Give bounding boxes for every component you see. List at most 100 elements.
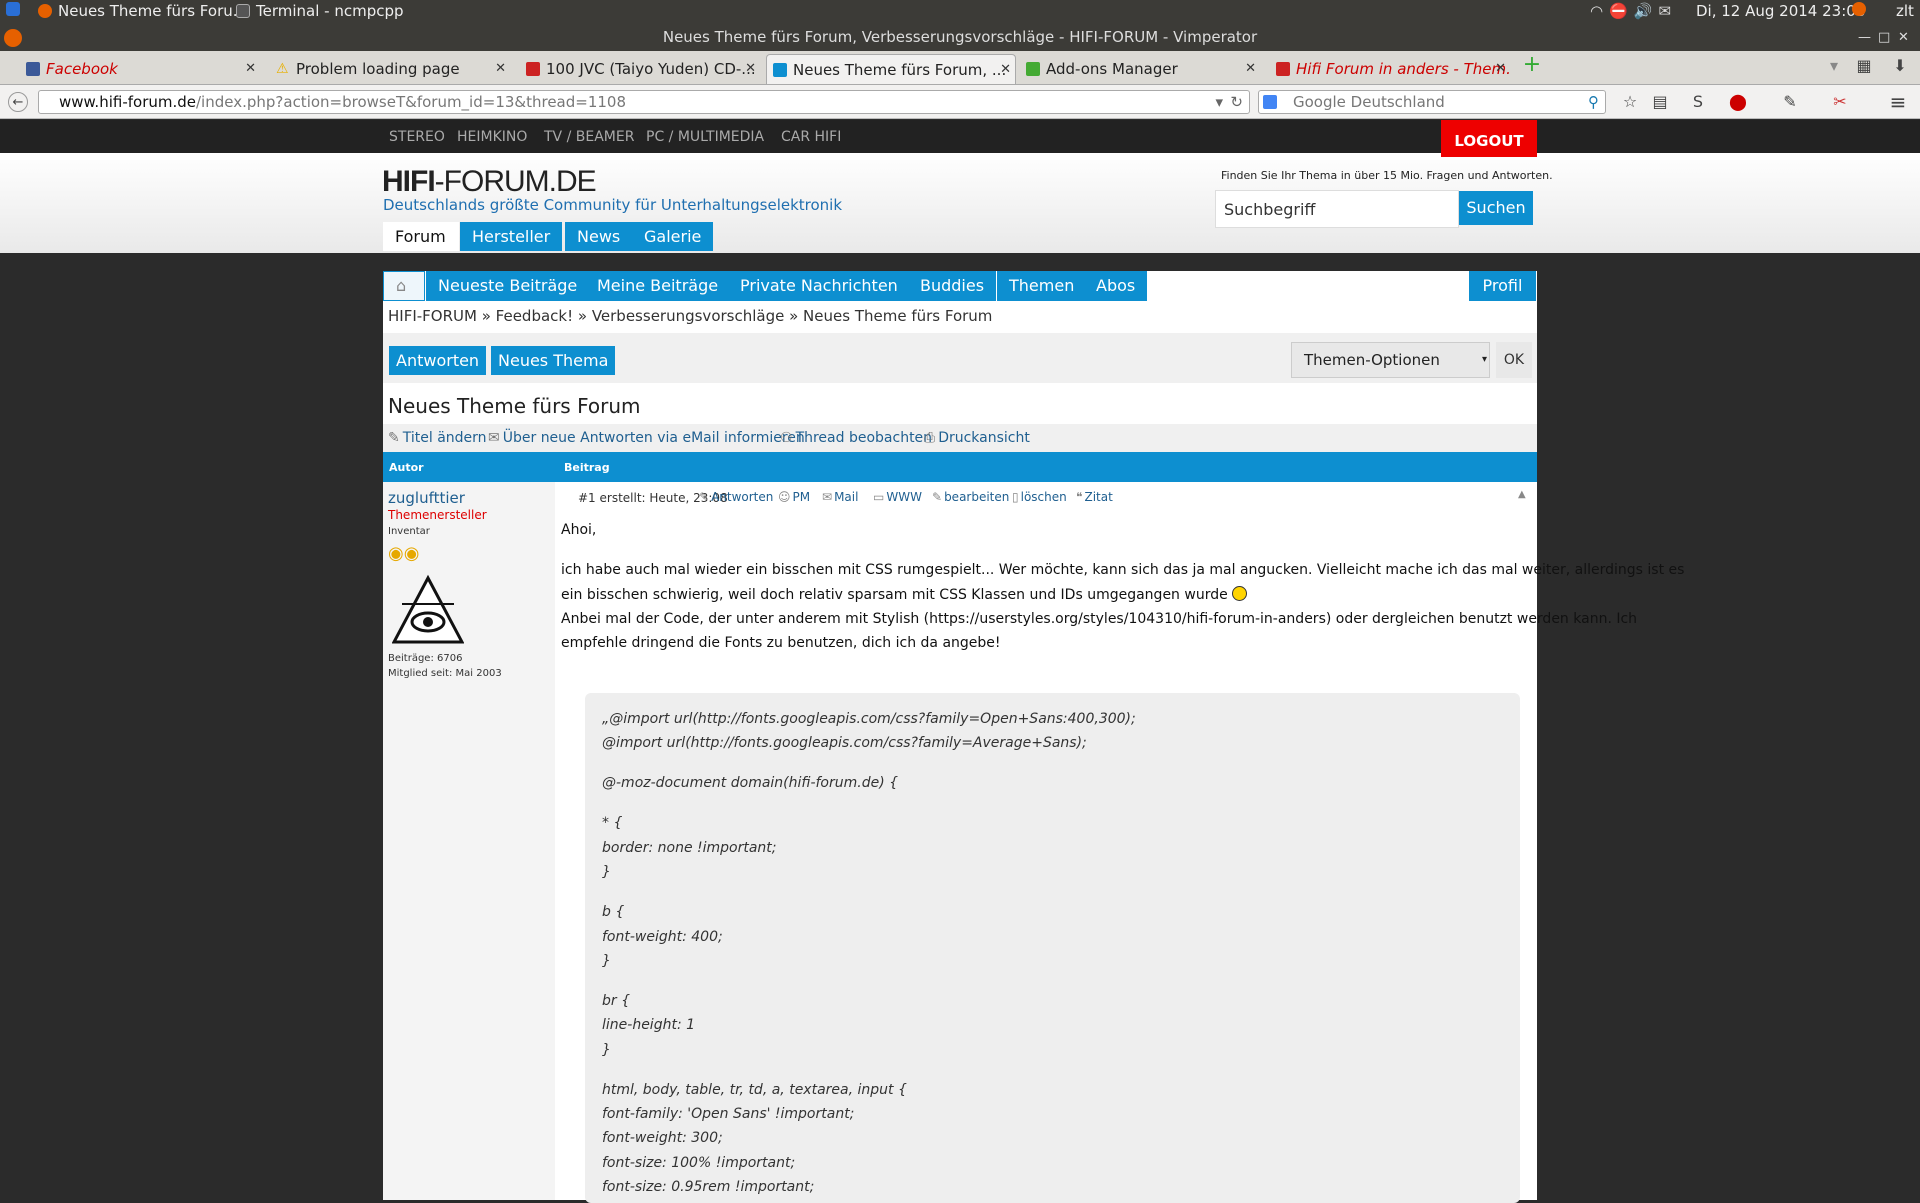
cat-heimkino[interactable]: HEIMKINO (457, 129, 527, 145)
app-menu-icon[interactable] (6, 2, 20, 16)
tab-bar: Facebook ✕ ⚠ Problem loading page ✕ 100 JVC… (0, 51, 1920, 85)
nav-private-messages[interactable]: Private Nachrichten (728, 271, 911, 301)
close-tab-icon[interactable]: ✕ (245, 54, 256, 84)
cat-pc-multimedia[interactable]: PC / MULTIMEDIA (646, 129, 764, 145)
author-member-since: Mitglied seit: Mai 2003 (388, 668, 502, 679)
nav-subscriptions[interactable]: Abos (1084, 271, 1149, 301)
clock[interactable]: Di, 12 Aug 2014 23:08 (1696, 2, 1865, 20)
back-icon[interactable]: ← (8, 92, 28, 112)
post-edit-link[interactable]: ✎ bearbeiten (932, 490, 1009, 504)
author-name[interactable]: zuglufttier (388, 489, 465, 507)
code-line: html, body, table, tr, td, a, textarea, … (602, 1082, 907, 1098)
tab-forum[interactable]: Forum (383, 222, 459, 251)
close-tab-icon[interactable]: ✕ (1245, 54, 1256, 84)
topic-options-select[interactable]: Themen-Optionen ▾ (1291, 342, 1490, 378)
adblock-icon[interactable]: ⬤ (1728, 92, 1748, 112)
tab-stylish[interactable]: Hifi Forum in anders - Them... ✕ (1270, 54, 1510, 84)
web-search-input[interactable]: Google Deutschland ⚲ (1258, 90, 1606, 114)
site-logo[interactable]: HIFI-FORUM.DE (382, 165, 597, 199)
menu-icon[interactable]: ≡ (1888, 92, 1908, 112)
task-terminal[interactable]: Terminal - ncmpcpp (236, 2, 404, 20)
reload-icon[interactable]: ↻ (1230, 91, 1243, 113)
close-tab-icon[interactable]: ✕ (1495, 54, 1506, 84)
new-tab-icon[interactable]: + (1522, 54, 1542, 76)
author-rank: Inventar (388, 526, 430, 537)
scroll-up-icon[interactable]: ▲ (1518, 489, 1526, 500)
tab-galerie[interactable]: Galerie (632, 222, 714, 251)
email-notify-link[interactable]: ✉ Über neue Antworten via eMail informier… (488, 430, 805, 446)
nav-buddies[interactable]: Buddies (908, 271, 998, 301)
post-line-1: ich habe auch mal wieder ein bisschen mi… (561, 562, 1685, 578)
reply-button[interactable]: Antworten (389, 346, 487, 375)
url-input[interactable]: www.hifi-forum.de/index.php?action=brows… (38, 90, 1250, 114)
tab-jvc[interactable]: 100 JVC (Taiyo Yuden) CD-... ✕ (520, 54, 760, 84)
stylish-icon[interactable]: S (1688, 92, 1708, 112)
tools-icon[interactable]: ✎ (1780, 92, 1800, 112)
edit-title-link[interactable]: ✎ Titel ändern (388, 430, 487, 446)
tray-icons[interactable]: ◠ ⛔ 🔊 ✉ (1590, 2, 1671, 20)
maximize-icon[interactable]: □ (1878, 24, 1890, 51)
post-quote-link[interactable]: ❝ Zitat (1076, 490, 1113, 504)
nav-topics[interactable]: Themen (997, 271, 1088, 301)
reading-list-icon[interactable]: ▤ (1650, 92, 1670, 112)
nav-profile[interactable]: Profil (1469, 271, 1537, 301)
code-line: br { (602, 993, 630, 1009)
print-view-link[interactable]: ⎙ Druckansicht (924, 430, 1030, 446)
firefox-tray-icon[interactable] (1852, 2, 1866, 16)
column-post: Beitrag (564, 461, 610, 474)
reply-icon: ✎ (699, 490, 710, 504)
code-line: } (602, 953, 611, 969)
user-name[interactable]: zlt (1896, 2, 1914, 20)
post-delete-link[interactable]: ▯ löschen (1012, 490, 1067, 504)
download-icon[interactable]: ⬇ (1890, 56, 1910, 76)
watch-thread-link[interactable]: ⚇ Thread beobachten (780, 430, 932, 446)
task-firefox[interactable]: Neues Theme fürs Foru... (38, 2, 247, 20)
rank-badge-icon: ◉◉ (388, 543, 420, 564)
cat-tv-beamer[interactable]: TV / BEAMER (544, 129, 634, 145)
tab-news[interactable]: News (565, 222, 633, 251)
tab-problem[interactable]: ⚠ Problem loading page ✕ (270, 54, 510, 84)
shop-icon (526, 62, 540, 76)
post-www-link[interactable]: ▭ WWW (873, 490, 922, 504)
tab-hersteller[interactable]: Hersteller (460, 222, 563, 251)
broom-icon[interactable]: ✂ (1830, 92, 1850, 112)
tab-facebook[interactable]: Facebook ✕ (20, 54, 260, 84)
grid-icon[interactable]: ▦ (1854, 56, 1874, 76)
tab-list-icon[interactable]: ▾ (1824, 56, 1844, 76)
edit-icon: ✎ (932, 490, 943, 504)
site-search-input[interactable]: Suchbegriff (1215, 190, 1459, 228)
wifi-icon: ◠ (1590, 2, 1604, 20)
post-pm-link[interactable]: ☺ PM (778, 490, 810, 504)
close-tab-icon[interactable]: ✕ (745, 54, 756, 84)
tab-active-forum[interactable]: Neues Theme fürs Forum, ... ✕ (766, 54, 1016, 84)
logout-button[interactable]: LOGOUT (1441, 120, 1537, 157)
breadcrumb[interactable]: HIFI-FORUM » Feedback! » Verbesserungsvo… (388, 307, 992, 325)
dropdown-icon[interactable]: ▾ (1215, 91, 1223, 113)
code-line: } (602, 864, 611, 880)
ok-button[interactable]: OK (1496, 342, 1532, 378)
post-mail-link[interactable]: ✉ Mail (822, 490, 858, 504)
minimize-icon[interactable]: — (1858, 24, 1871, 51)
warning-icon: ⚠ (276, 61, 289, 77)
close-tab-icon[interactable]: ✕ (1000, 55, 1011, 84)
close-icon[interactable]: ✕ (1898, 24, 1909, 51)
close-tab-icon[interactable]: ✕ (495, 54, 506, 84)
cat-stereo[interactable]: STEREO (389, 129, 445, 145)
post-reply-link[interactable]: ✎ Antworten (699, 490, 773, 504)
puzzle-icon (1026, 62, 1040, 76)
new-topic-button[interactable]: Neues Thema (491, 346, 616, 375)
bookmark-star-icon[interactable]: ☆ (1620, 92, 1640, 112)
user-icon: ☺ (778, 490, 791, 504)
search-icon[interactable]: ⚲ (1588, 91, 1599, 113)
site-search-button[interactable]: Suchen (1459, 191, 1533, 225)
tab-addons[interactable]: Add-ons Manager ✕ (1020, 54, 1260, 84)
nav-newest-posts[interactable]: Neueste Beiträge (426, 271, 591, 301)
volume-icon: 🔊 (1633, 2, 1653, 20)
home-icon[interactable]: ⌂ (383, 271, 425, 301)
google-icon (1263, 95, 1277, 109)
cat-car-hifi[interactable]: CAR HIFI (781, 129, 841, 145)
avatar[interactable] (391, 574, 465, 646)
firefox-icon (38, 4, 52, 18)
nav-my-posts[interactable]: Meine Beiträge (585, 271, 732, 301)
delete-icon: ▯ (1012, 490, 1019, 504)
